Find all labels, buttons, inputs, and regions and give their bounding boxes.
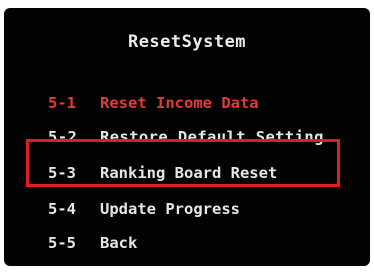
menu-title: ResetSystem (127, 32, 247, 52)
menu-item-label: Update Progress (100, 200, 240, 218)
menu-item-number: 5-4 (48, 200, 76, 218)
screen: ResetSystem 5-1 Reset Income Data 5-2 Rest… (0, 0, 374, 274)
menu-item-label: Back (100, 234, 138, 252)
menu-item-number: 5-5 (48, 234, 76, 252)
menu-item-back[interactable]: 5-5 Back (48, 232, 137, 254)
selection-highlight-box (26, 139, 340, 187)
menu-item-reset-income-data[interactable]: 5-1 Reset Income Data (48, 92, 259, 114)
menu-item-label: Reset Income Data (100, 94, 259, 112)
menu-item-number: 5-1 (48, 94, 76, 112)
menu-item-update-progress[interactable]: 5-4 Update Progress (48, 198, 240, 220)
